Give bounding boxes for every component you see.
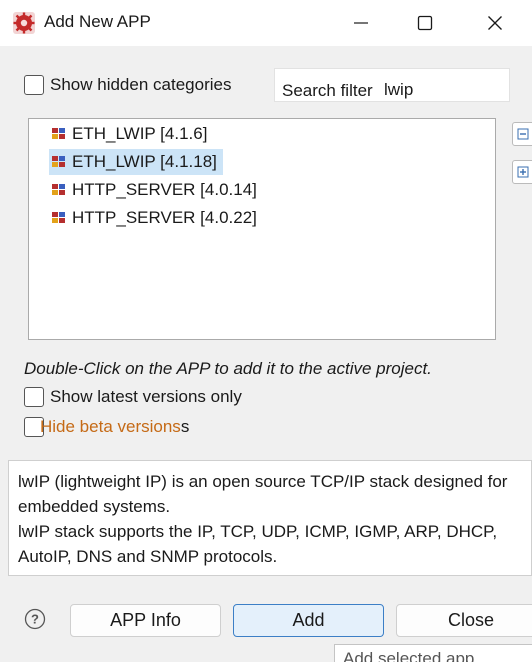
- minimize-icon: [354, 22, 368, 24]
- description-line: AutoIP, DNS and SNMP protocols.: [18, 547, 278, 566]
- description-line: embedded systems.: [18, 497, 171, 516]
- search-filter-input[interactable]: [380, 73, 506, 101]
- hide-beta-suffix: s: [180, 417, 190, 436]
- add-button-tooltip: Add selected app: [334, 644, 532, 662]
- show-hidden-categories-checkbox[interactable]: [24, 75, 44, 95]
- tree-item[interactable]: HTTP_SERVER [4.0.22]: [49, 205, 263, 231]
- hide-beta-text: Hide beta versions: [40, 417, 181, 436]
- close-icon: [488, 16, 502, 30]
- collapse-all-icon: [517, 128, 529, 140]
- app-info-button[interactable]: APP Info: [70, 604, 221, 637]
- title-bar: Add New APP: [0, 0, 532, 46]
- tree-item[interactable]: ETH_LWIP [4.1.6]: [49, 121, 213, 147]
- help-icon[interactable]: ?: [24, 608, 46, 630]
- expand-all-button[interactable]: [512, 160, 532, 184]
- tree-item-label: HTTP_SERVER [4.0.14]: [72, 180, 257, 199]
- minimize-button[interactable]: [330, 0, 392, 46]
- maximize-icon: [417, 15, 433, 31]
- show-hidden-categories-label: Show hidden categories: [50, 75, 232, 94]
- tree-item-label: ETH_LWIP [4.1.6]: [72, 124, 208, 143]
- hide-beta-label: Hide beta versionss: [40, 417, 189, 437]
- tree-item-label: HTTP_SERVER [4.0.22]: [72, 208, 257, 227]
- expand-all-icon: [517, 166, 529, 178]
- show-hidden-categories-option[interactable]: Show hidden categories: [24, 75, 231, 95]
- maximize-button[interactable]: [394, 0, 456, 46]
- tree-item[interactable]: HTTP_SERVER [4.0.14]: [49, 177, 263, 203]
- hide-beta-option[interactable]: Hide beta versionss: [24, 417, 189, 437]
- package-icon: [52, 128, 65, 139]
- close-window-button[interactable]: [464, 0, 526, 46]
- latest-versions-checkbox[interactable]: [24, 387, 44, 407]
- dialog-body: Show hidden categories Search filter ETH…: [0, 46, 532, 662]
- latest-versions-option[interactable]: Show latest versions only: [24, 387, 242, 407]
- double-click-hint: Double-Click on the APP to add it to the…: [24, 359, 432, 378]
- package-icon: [52, 156, 65, 167]
- collapse-all-button[interactable]: [512, 122, 532, 146]
- add-button[interactable]: Add: [233, 604, 384, 637]
- package-icon: [52, 184, 65, 195]
- search-filter-label: Search filter: [282, 81, 373, 100]
- package-icon: [52, 212, 65, 223]
- tree-item-selected[interactable]: ETH_LWIP [4.1.18]: [49, 149, 223, 175]
- tree-item-label: ETH_LWIP [4.1.18]: [72, 152, 217, 171]
- description-line: lwIP stack supports the IP, TCP, UDP, IC…: [18, 522, 498, 541]
- description-line: lwIP (lightweight IP) is an open source …: [18, 472, 508, 491]
- app-tree[interactable]: ETH_LWIP [4.1.6] ETH_LWIP [4.1.18] HTTP_…: [28, 118, 496, 340]
- app-description: lwIP (lightweight IP) is an open source …: [8, 460, 532, 576]
- close-button[interactable]: Close: [396, 604, 532, 637]
- svg-text:?: ?: [31, 612, 39, 627]
- latest-versions-label: Show latest versions only: [50, 387, 242, 406]
- app-logo-icon: [13, 12, 35, 34]
- search-filter-panel: Search filter: [274, 68, 510, 102]
- window-title: Add New APP: [44, 12, 151, 31]
